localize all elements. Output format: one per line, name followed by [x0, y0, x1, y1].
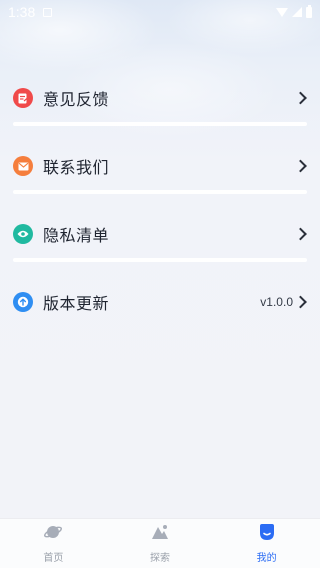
divider: [13, 190, 307, 194]
chevron-right-icon: [294, 91, 307, 105]
menu-item-label: 联系我们: [43, 158, 110, 177]
divider: [13, 258, 307, 262]
mail-icon: [13, 156, 33, 176]
status-bar: 1:38: [0, 0, 320, 24]
tab-home[interactable]: 首页: [0, 519, 107, 568]
planet-icon: [44, 523, 63, 545]
tab-explore[interactable]: 探索: [107, 519, 214, 568]
wifi-icon: [276, 7, 288, 17]
version-value: v1.0.0: [260, 295, 293, 309]
status-time: 1:38: [8, 4, 36, 20]
upload-icon: [13, 292, 33, 312]
tab-label: 首页: [43, 553, 64, 564]
bottom-tab-bar: 首页 探索 我的: [0, 518, 320, 568]
menu-item-privacy[interactable]: 隐私清单: [13, 210, 307, 258]
chevron-right-icon: [294, 159, 307, 173]
chevron-right-icon: [294, 295, 307, 309]
tab-label: 探索: [150, 553, 170, 564]
divider: [13, 122, 307, 126]
mountain-icon: [151, 523, 169, 545]
settings-menu: 意见反馈 联系我们 隐私清单 版本更新 v1.0.0: [13, 74, 307, 326]
battery-icon: [306, 4, 312, 18]
chevron-right-icon: [294, 227, 307, 241]
menu-item-label: 意见反馈: [43, 90, 110, 109]
feedback-icon: [13, 88, 33, 108]
menu-item-feedback[interactable]: 意见反馈: [13, 74, 307, 122]
tab-profile[interactable]: 我的: [213, 519, 320, 568]
eye-icon: [13, 224, 33, 244]
notification-icon: [43, 7, 53, 17]
menu-item-update[interactable]: 版本更新 v1.0.0: [13, 278, 307, 326]
menu-item-contact[interactable]: 联系我们: [13, 142, 307, 190]
tab-label: 我的: [256, 553, 277, 564]
signal-icon: [292, 7, 302, 17]
status-indicators: [276, 4, 312, 18]
menu-item-label: 版本更新: [43, 294, 110, 313]
profile-icon: [258, 523, 276, 545]
menu-item-label: 隐私清单: [43, 226, 110, 245]
